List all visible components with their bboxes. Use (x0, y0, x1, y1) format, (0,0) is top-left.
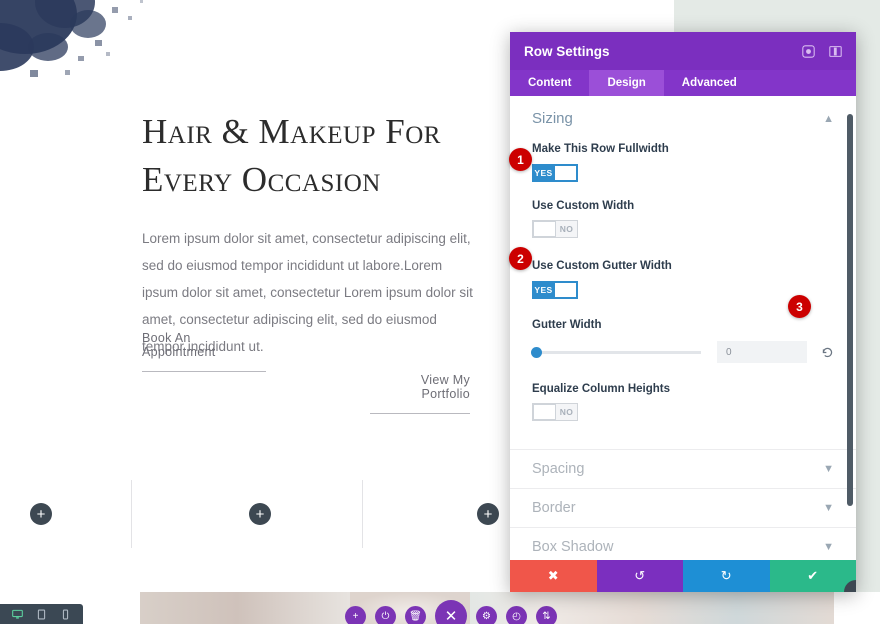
sizing-section: Sizing ▲ Make This Row Fullwidth YES Use… (510, 96, 856, 433)
plus-icon: + (483, 505, 493, 523)
field-label: Use Custom Width (532, 200, 635, 212)
section-label: Border (532, 500, 576, 516)
toggle-value: NO (556, 221, 577, 237)
trash-icon: 🗑 (409, 610, 422, 622)
chevron-down-icon: ▼ (823, 502, 834, 514)
tablet-icon[interactable] (36, 608, 47, 620)
toggle-knob (533, 221, 556, 237)
redo-button[interactable]: ↻ (683, 560, 770, 592)
tab-design[interactable]: Design (589, 70, 664, 96)
page-title-line-2: Every Occasion (142, 160, 381, 200)
sort-arrows-icon: ⇅ (542, 610, 551, 622)
book-appointment-link[interactable]: Book An Appointment (142, 331, 266, 372)
modal-footer: ✖ ↺ ↻ ✔ (510, 560, 856, 592)
field-gutter-width: Gutter Width (531, 313, 834, 365)
tab-advanced[interactable]: Advanced (664, 70, 755, 96)
toggle-value: YES (533, 165, 554, 181)
builder-toolbar: + ⏻ 🗑 ✕ ⚙ ◴ ⇅ (345, 600, 557, 624)
chevron-up-icon: ▲ (823, 112, 834, 125)
callout-badge-1: 1 (509, 148, 532, 171)
check-icon: ✔ (807, 568, 819, 583)
section-border[interactable]: Border ▼ (510, 489, 856, 528)
undo-button[interactable]: ↺ (596, 560, 683, 592)
powder-splatter-graphic (0, 0, 143, 77)
field-use-custom-width: Use Custom Width NO (532, 194, 834, 244)
screenshot-root: Hair & Makeup For Every Occasion Lorem i… (0, 0, 880, 624)
use-custom-width-toggle[interactable]: NO (532, 220, 578, 238)
field-label: Equalize Column Heights (532, 383, 671, 395)
chevron-down-icon: ▼ (823, 541, 834, 553)
use-custom-gutter-width-toggle[interactable]: YES (532, 281, 578, 299)
section-box-shadow[interactable]: Box Shadow ▼ (510, 528, 856, 560)
toggle-knob (533, 404, 556, 420)
view-portfolio-link[interactable]: View My Portfolio (370, 373, 470, 414)
undo-icon: ↺ (634, 568, 646, 583)
plus-icon: + (255, 505, 265, 523)
layout-panel-icon[interactable] (829, 45, 842, 58)
sort-button[interactable]: ⇅ (536, 605, 557, 624)
toggle-value: NO (556, 404, 577, 420)
slider-thumb[interactable] (531, 346, 542, 358)
column-divider (362, 480, 363, 548)
x-icon: ✖ (547, 568, 559, 583)
toggle-builder-button[interactable]: ⏻ (375, 605, 396, 624)
desktop-icon[interactable] (12, 609, 23, 620)
tab-content[interactable]: Content (510, 70, 589, 96)
chevron-down-icon: ▼ (823, 463, 834, 475)
field-equalize-column-heights: Equalize Column Heights NO (532, 377, 834, 427)
callout-badge-2: 2 (509, 247, 532, 270)
clock-icon: ◴ (512, 610, 521, 622)
callout-badge-3: 3 (788, 295, 811, 318)
page-title-line-1: Hair & Makeup For (142, 112, 441, 151)
field-make-row-fullwidth: Make This Row Fullwidth YES (532, 137, 834, 184)
panel-scrollbar[interactable] (847, 114, 853, 506)
make-row-fullwidth-toggle[interactable]: YES (532, 164, 578, 182)
section-label: Box Shadow (532, 539, 614, 555)
device-preview-bar (0, 604, 83, 624)
gutter-width-slider[interactable] (531, 346, 701, 358)
collapsed-sections-list: Spacing ▼ Border ▼ Box Shadow ▼ Filters … (510, 449, 856, 560)
page-title: Hair & Makeup For Every Occasion (142, 108, 492, 205)
field-use-custom-gutter-width: Use Custom Gutter Width YES (532, 254, 834, 301)
gutter-width-slider-row (531, 341, 834, 363)
section-label: Spacing (532, 461, 585, 477)
plus-icon: + (352, 610, 359, 622)
phone-icon[interactable] (60, 608, 71, 620)
equalize-column-heights-toggle[interactable]: NO (532, 403, 578, 421)
close-icon: ✕ (444, 608, 458, 624)
modal-body: Sizing ▲ Make This Row Fullwidth YES Use… (510, 96, 856, 560)
reset-icon[interactable] (821, 346, 834, 359)
gear-icon: ⚙ (482, 610, 491, 622)
gutter-width-input[interactable] (717, 341, 807, 363)
modal-title: Row Settings (524, 43, 610, 59)
plus-icon: + (36, 505, 46, 523)
delete-button[interactable]: 🗑 (405, 605, 426, 624)
field-label: Use Custom Gutter Width (532, 260, 672, 272)
section-spacing[interactable]: Spacing ▼ (510, 450, 856, 489)
field-label: Gutter Width (532, 319, 602, 331)
close-builder-button[interactable]: ✕ (435, 600, 467, 624)
settings-button[interactable]: ⚙ (476, 605, 497, 624)
add-module-button[interactable]: + (249, 503, 271, 525)
cancel-button[interactable]: ✖ (510, 560, 597, 592)
target-icon[interactable] (802, 44, 815, 58)
add-module-button[interactable]: + (477, 503, 499, 525)
toggle-knob (554, 165, 577, 181)
sizing-section-header[interactable]: Sizing ▲ (532, 110, 834, 137)
sizing-section-title: Sizing (532, 110, 573, 127)
power-icon: ⏻ (381, 610, 390, 622)
field-label: Make This Row Fullwidth (532, 143, 669, 155)
modal-header: Row Settings (510, 32, 856, 70)
hero-text-block: Hair & Makeup For Every Occasion Lorem i… (142, 108, 492, 360)
add-module-button[interactable]: + (30, 503, 52, 525)
redo-icon: ↻ (720, 568, 732, 583)
toggle-knob (554, 282, 577, 298)
toggle-value: YES (533, 282, 554, 298)
add-section-button[interactable]: + (345, 605, 366, 624)
history-button[interactable]: ◴ (506, 605, 527, 624)
save-button[interactable]: ✔ (769, 560, 856, 592)
modal-tabs: Content Design Advanced (510, 70, 856, 96)
column-divider (131, 480, 132, 548)
